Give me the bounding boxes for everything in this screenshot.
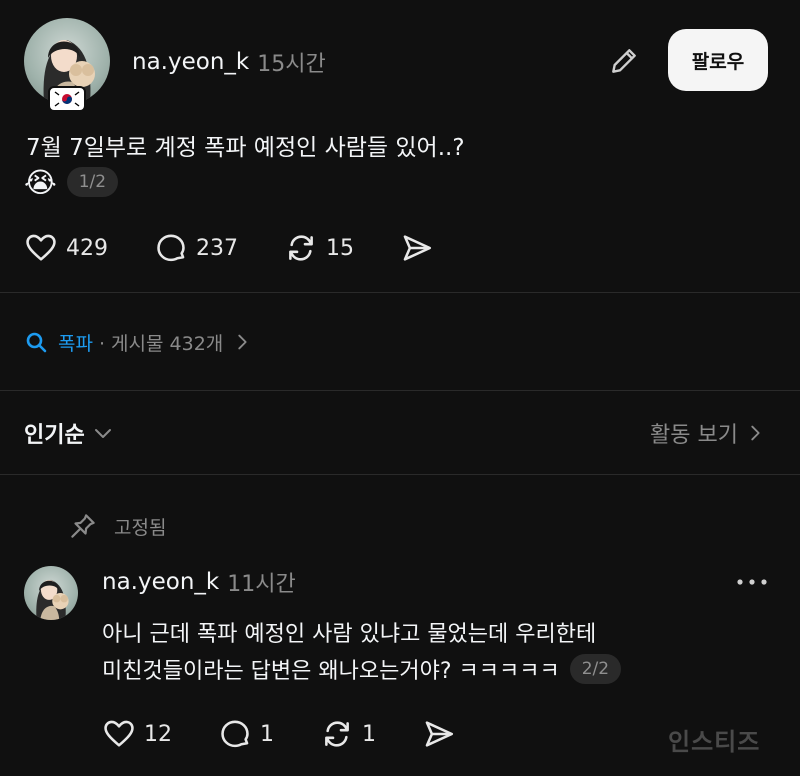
topic-tag-link[interactable]: 폭파 · 게시물 432개 bbox=[24, 326, 253, 358]
post-text: 7월 7일부로 계정 폭파 예정인 사람들 있어..? bbox=[26, 135, 465, 161]
divider bbox=[0, 474, 800, 475]
heart-icon bbox=[104, 720, 134, 747]
chevron-right-icon bbox=[238, 334, 247, 350]
reply-page-indicator: 2/2 bbox=[569, 654, 622, 684]
post-time: 15시간 bbox=[257, 52, 326, 77]
heart-icon bbox=[26, 234, 56, 261]
comment-bubble-icon bbox=[157, 234, 185, 262]
south-korea-flag-icon bbox=[48, 86, 86, 112]
like-button[interactable]: 429 bbox=[24, 231, 108, 265]
reply-username[interactable]: na.yeon_k bbox=[102, 569, 219, 595]
reply-time: 11시간 bbox=[227, 572, 296, 597]
reply-text-line-1: 아니 근데 폭파 예정인 사람 있냐고 물었는데 우리한테 bbox=[102, 622, 597, 647]
reply-repost-button[interactable]: 1 bbox=[320, 717, 376, 751]
chevron-down-icon bbox=[94, 429, 111, 438]
search-icon bbox=[26, 332, 47, 353]
comment-count: 237 bbox=[196, 235, 238, 261]
view-activity-link[interactable]: 활동 보기 bbox=[650, 416, 766, 450]
avatar-illustration bbox=[36, 579, 69, 620]
send-icon bbox=[425, 721, 454, 747]
repost-count: 15 bbox=[326, 235, 354, 261]
share-button[interactable] bbox=[400, 231, 434, 265]
sort-dropdown[interactable]: 인기순 bbox=[24, 416, 115, 450]
reply-like-button[interactable]: 12 bbox=[102, 717, 172, 751]
reply-author-avatar[interactable] bbox=[24, 566, 78, 620]
repost-icon bbox=[289, 235, 313, 261]
chevron-right-icon bbox=[751, 425, 760, 441]
view-activity-label: 활동 보기 bbox=[650, 423, 738, 448]
crying-face-emoji: 😭 bbox=[24, 165, 57, 199]
comment-button[interactable]: 237 bbox=[154, 231, 238, 265]
reply-share-button[interactable] bbox=[422, 717, 456, 751]
reply-repost-count: 1 bbox=[362, 721, 376, 747]
reply-like-count: 12 bbox=[144, 721, 172, 747]
like-count: 429 bbox=[66, 235, 108, 261]
reply-comment-count: 1 bbox=[260, 721, 274, 747]
send-icon bbox=[403, 235, 432, 261]
reply-comment-button[interactable]: 1 bbox=[218, 717, 274, 751]
repost-icon bbox=[325, 721, 349, 747]
reply-text-line-2: 미친것들이라는 답변은 왜나오는거야? ㅋㅋㅋㅋㅋ bbox=[102, 659, 560, 684]
comment-bubble-icon bbox=[221, 720, 249, 748]
pinned-label: 고정됨 bbox=[114, 516, 167, 539]
topic-tag: 폭파 bbox=[58, 332, 93, 355]
repost-button[interactable]: 15 bbox=[284, 231, 354, 265]
author-username[interactable]: na.yeon_k bbox=[132, 49, 249, 75]
edit-pencil-icon[interactable] bbox=[608, 44, 642, 78]
topic-post-count: · 게시물 432개 bbox=[98, 332, 224, 355]
more-options-icon[interactable] bbox=[736, 570, 770, 594]
post-page-indicator: 1/2 bbox=[66, 167, 119, 197]
watermark: 인스티즈 bbox=[668, 728, 761, 756]
sort-label: 인기순 bbox=[24, 423, 85, 448]
divider bbox=[0, 390, 800, 391]
divider bbox=[0, 292, 800, 293]
follow-button[interactable]: 팔로우 bbox=[668, 29, 768, 91]
pin-icon bbox=[71, 514, 95, 538]
